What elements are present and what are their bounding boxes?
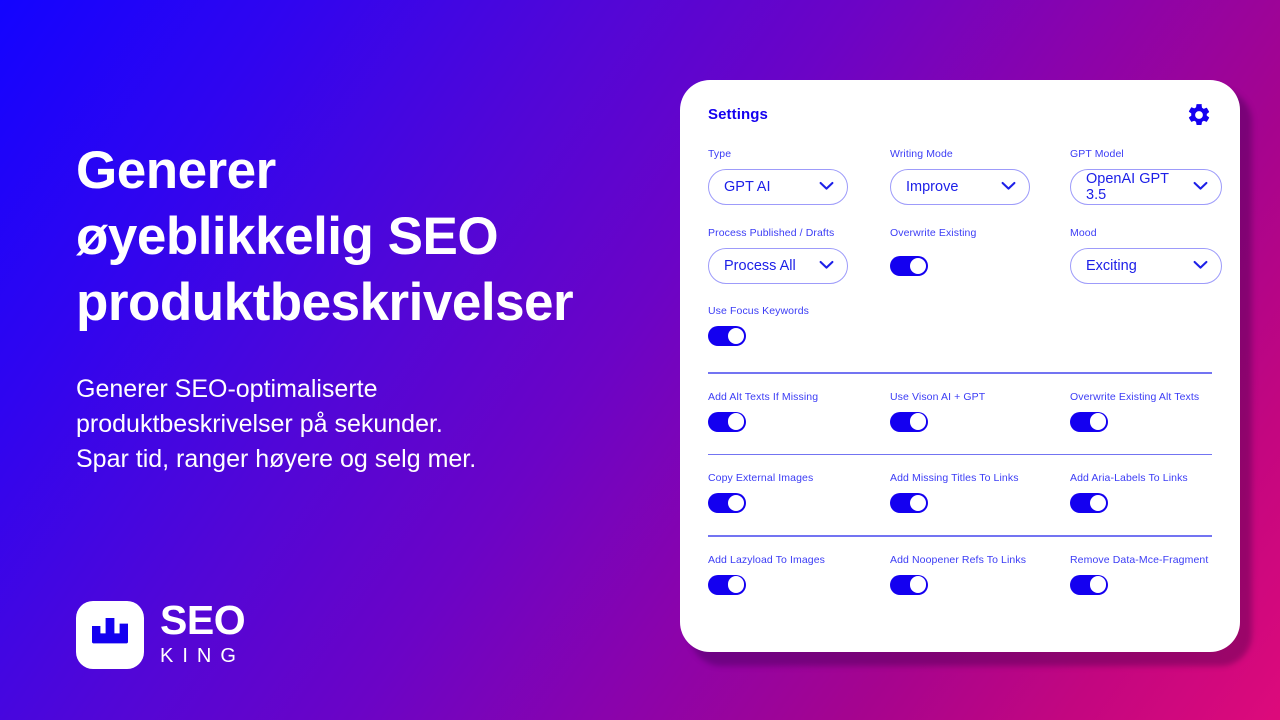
process-select-value: Process All <box>724 258 796 274</box>
page-title: Generer øyeblikkelig SEO produktbeskrive… <box>76 141 574 332</box>
chevron-down-icon <box>819 179 834 195</box>
field-label-process: Process Published / Drafts <box>708 227 835 239</box>
toggle-field: Add Noopener Refs To Links <box>890 554 1070 595</box>
overwrite-existing-toggle[interactable] <box>890 256 928 276</box>
hero-subtitle: Generer SEO-optimaliserte produktbeskriv… <box>76 375 477 473</box>
card-title: Settings <box>708 106 768 123</box>
toggle-label: Add Missing Titles To Links <box>890 472 1019 484</box>
overwrite-existing-alt-texts-toggle[interactable] <box>1070 411 1108 432</box>
toggle-label: Copy External Images <box>708 472 814 484</box>
field-overwrite-existing: Overwrite Existing <box>890 227 1070 284</box>
toggle-knob <box>909 494 927 512</box>
divider <box>708 453 1212 455</box>
logo-secondary-text: KING <box>160 645 245 667</box>
seo-king-crown-icon <box>90 615 130 654</box>
process-select[interactable]: Process All <box>708 248 848 284</box>
toggle-knob <box>727 576 745 593</box>
field-gpt-model: GPT Model OpenAI GPT 3.5 <box>1070 148 1222 205</box>
toggle-field: Copy External Images <box>708 472 890 513</box>
field-writing-mode: Writing Mode Improve <box>890 148 1070 205</box>
toggle-knob <box>1089 576 1107 593</box>
settings-section-alt-texts: Add Alt Texts If Missing Use Vison AI + … <box>708 391 1212 432</box>
copy-external-images-toggle[interactable] <box>708 493 746 513</box>
toggle-field: Add Missing Titles To Links <box>890 472 1070 513</box>
logo-primary-text: SEO <box>160 597 246 643</box>
field-label-overwrite-existing: Overwrite Existing <box>890 227 977 239</box>
settings-card: Settings Type GPT AI Writing Mode Improv… <box>680 80 1240 652</box>
toggle-knob <box>1089 494 1107 512</box>
field-label-focus-keywords: Use Focus Keywords <box>708 305 810 317</box>
chevron-down-icon <box>1193 179 1208 195</box>
divider <box>708 535 1212 537</box>
toggle-field: Add Lazyload To Images <box>708 554 890 595</box>
toggle-label: Remove Data-Mce-Fragment <box>1070 553 1209 566</box>
type-select[interactable]: GPT AI <box>708 169 848 205</box>
toggle-knob <box>727 327 745 345</box>
field-mood: Mood Exciting <box>1070 227 1222 284</box>
settings-row-1: Type GPT AI Writing Mode Improve GPT Mod… <box>708 148 1222 205</box>
toggle-field: Remove Data-Mce-Fragment <box>1070 554 1212 595</box>
toggle-knob <box>727 413 745 430</box>
mood-select-value: Exciting <box>1086 258 1137 274</box>
toggle-field: Overwrite Existing Alt Texts <box>1070 391 1212 432</box>
divider <box>708 372 1212 374</box>
toggle-knob <box>909 413 927 430</box>
logo-wordmark: SEO KING <box>160 597 246 669</box>
toggle-knob <box>909 576 927 593</box>
writing-mode-select[interactable]: Improve <box>890 169 1030 205</box>
toggle-knob <box>727 494 745 512</box>
add-noopener-refs-to-links-toggle[interactable] <box>890 574 928 595</box>
add-aria-labels-to-links-toggle[interactable] <box>1070 493 1108 513</box>
settings-row-3: Use Focus Keywords <box>708 305 1212 346</box>
remove-data-mce-fragment-toggle[interactable] <box>1070 574 1108 595</box>
mood-select[interactable]: Exciting <box>1070 248 1222 284</box>
hero-text-block: Generer øyeblikkelig SEO produktbeskrive… <box>76 138 676 477</box>
field-label-type: Type <box>708 148 732 160</box>
settings-section-misc: Add Lazyload To Images Add Noopener Refs… <box>708 554 1212 595</box>
focus-keywords-toggle[interactable] <box>708 326 746 346</box>
add-missing-titles-to-links-toggle[interactable] <box>890 493 928 513</box>
toggle-knob <box>1089 413 1107 430</box>
toggle-label: Use Vison AI + GPT <box>890 390 986 403</box>
toggle-field: Add Aria-Labels To Links <box>1070 472 1212 513</box>
add-alt-texts-if-missing-toggle[interactable] <box>708 411 746 432</box>
type-select-value: GPT AI <box>724 179 771 195</box>
gpt-model-select-value: OpenAI GPT 3.5 <box>1086 171 1169 203</box>
toggle-field: Use Vison AI + GPT <box>890 391 1070 432</box>
toggle-label: Add Alt Texts If Missing <box>708 390 819 403</box>
toggle-label: Add Aria-Labels To Links <box>1070 472 1188 484</box>
settings-section-images-links: Copy External Images Add Missing Titles … <box>708 472 1212 513</box>
field-label-writing-mode: Writing Mode <box>890 148 953 160</box>
toggle-field: Add Alt Texts If Missing <box>708 391 890 432</box>
field-type: Type GPT AI <box>708 148 890 205</box>
writing-mode-select-value: Improve <box>906 179 959 195</box>
gear-icon[interactable] <box>1186 102 1212 133</box>
field-label-mood: Mood <box>1070 227 1097 239</box>
card-header: Settings <box>708 104 1212 140</box>
chevron-down-icon <box>1001 179 1016 195</box>
toggle-label: Add Noopener Refs To Links <box>890 553 1027 566</box>
gpt-model-select[interactable]: OpenAI GPT 3.5 <box>1070 169 1222 205</box>
promo-banner: Generer øyeblikkelig SEO produktbeskrive… <box>0 0 1280 720</box>
toggle-knob <box>909 257 927 275</box>
field-label-gpt-model: GPT Model <box>1070 148 1124 160</box>
chevron-down-icon <box>1193 258 1208 274</box>
use-vison-ai-gpt-toggle[interactable] <box>890 411 928 432</box>
chevron-down-icon <box>819 258 834 274</box>
field-focus-keywords: Use Focus Keywords <box>708 305 890 346</box>
logo-mark <box>76 600 144 669</box>
add-lazyload-to-images-toggle[interactable] <box>708 574 746 595</box>
settings-row-2: Process Published / Drafts Process All O… <box>708 227 1222 284</box>
toggle-label: Overwrite Existing Alt Texts <box>1070 390 1200 403</box>
toggle-label: Add Lazyload To Images <box>708 553 825 566</box>
field-process: Process Published / Drafts Process All <box>708 227 890 284</box>
brand-logo: SEO KING <box>76 597 246 669</box>
